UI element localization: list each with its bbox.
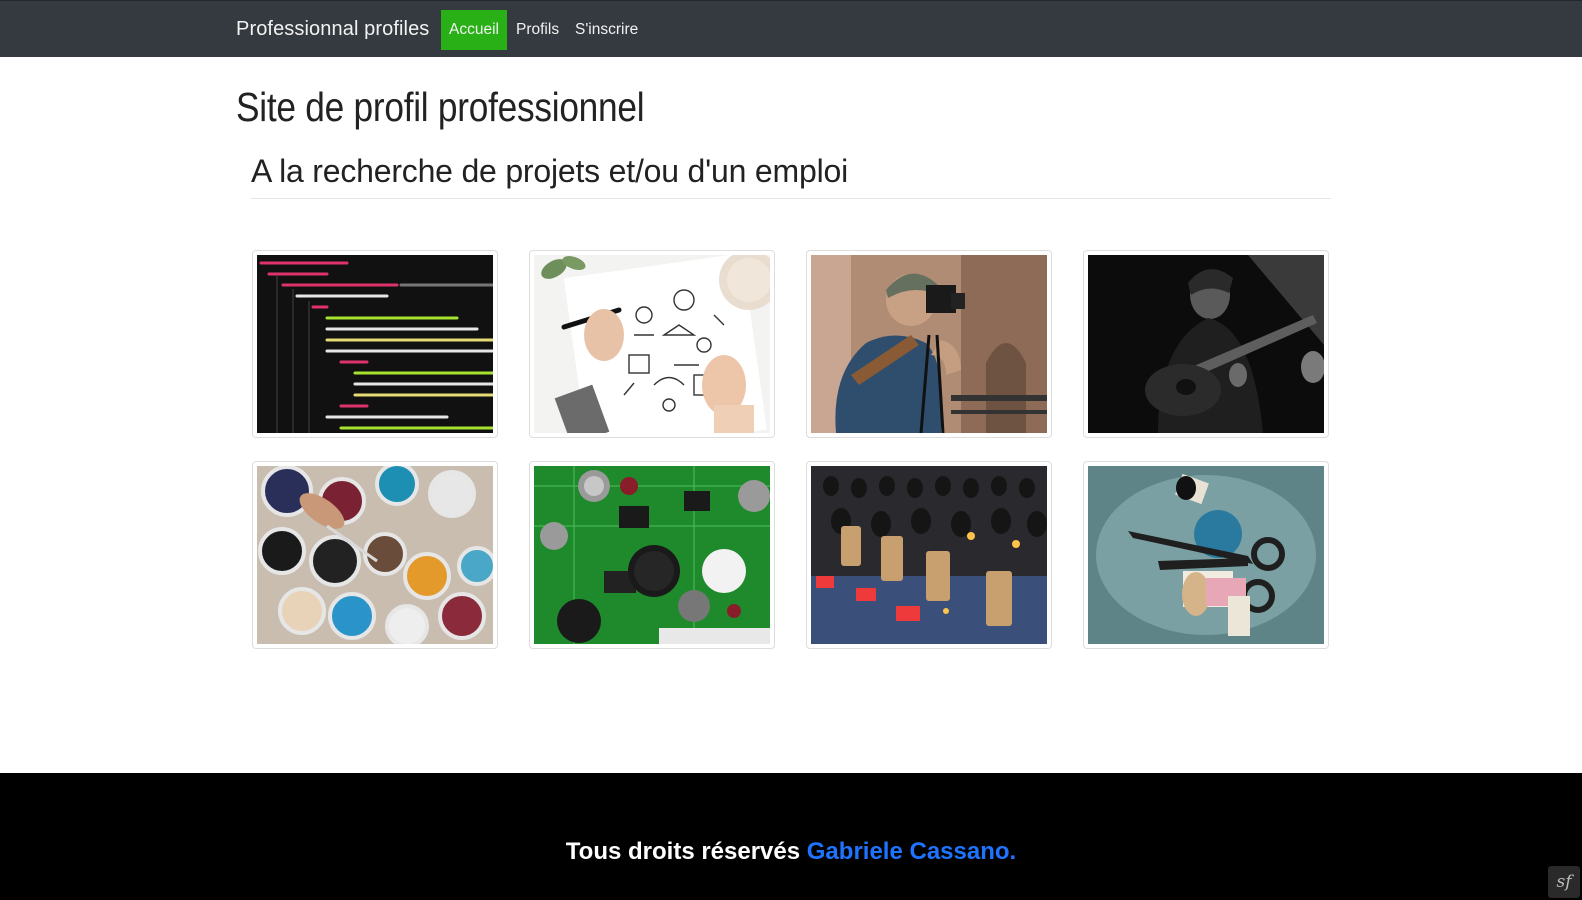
- navbar-brand[interactable]: Professionnal profiles: [236, 18, 429, 41]
- top-navbar: Professionnal profiles Accueil Profils S…: [0, 0, 1582, 57]
- page-footer: Tous droits réservés Gabriele Cassano. s…: [0, 773, 1582, 900]
- nav-item-profils[interactable]: Profils: [516, 10, 559, 50]
- gallery-thumbnail-mixer[interactable]: [806, 461, 1052, 649]
- gallery-thumbnail-guitarist[interactable]: [1083, 250, 1329, 438]
- circuit-image: [534, 466, 770, 644]
- drawing-image: [534, 255, 770, 433]
- gallery-thumbnail-drawing[interactable]: [529, 250, 775, 438]
- paint-image: [257, 466, 493, 644]
- section-divider: [251, 198, 1331, 199]
- audio-mixer-image: [811, 466, 1047, 644]
- page-subtitle: A la recherche de projets et/ou d'un emp…: [251, 153, 848, 189]
- author-link[interactable]: Gabriele Cassano.: [807, 838, 1016, 865]
- guitar-image: [1088, 255, 1324, 433]
- camera-image: [811, 255, 1047, 433]
- nav-item-accueil[interactable]: Accueil: [441, 10, 507, 50]
- gallery-thumbnail-circuit[interactable]: [529, 461, 775, 649]
- sewing-image: [1088, 466, 1324, 644]
- gallery-thumbnail-photographer[interactable]: [806, 250, 1052, 438]
- copyright-text: Tous droits réservés Gabriele Cassano.: [0, 838, 1582, 866]
- copyright-label: Tous droits réservés: [565, 838, 807, 865]
- nav-item-inscrire[interactable]: S'inscrire: [575, 10, 638, 50]
- gallery-thumbnail-sewing[interactable]: [1083, 461, 1329, 649]
- code-image: [257, 255, 493, 433]
- page-title: Site de profil professionnel: [236, 84, 645, 130]
- gallery-thumbnail-paint[interactable]: [252, 461, 498, 649]
- gallery-thumbnail-code[interactable]: [252, 250, 498, 438]
- symfony-toolbar-icon[interactable]: sf: [1548, 866, 1580, 898]
